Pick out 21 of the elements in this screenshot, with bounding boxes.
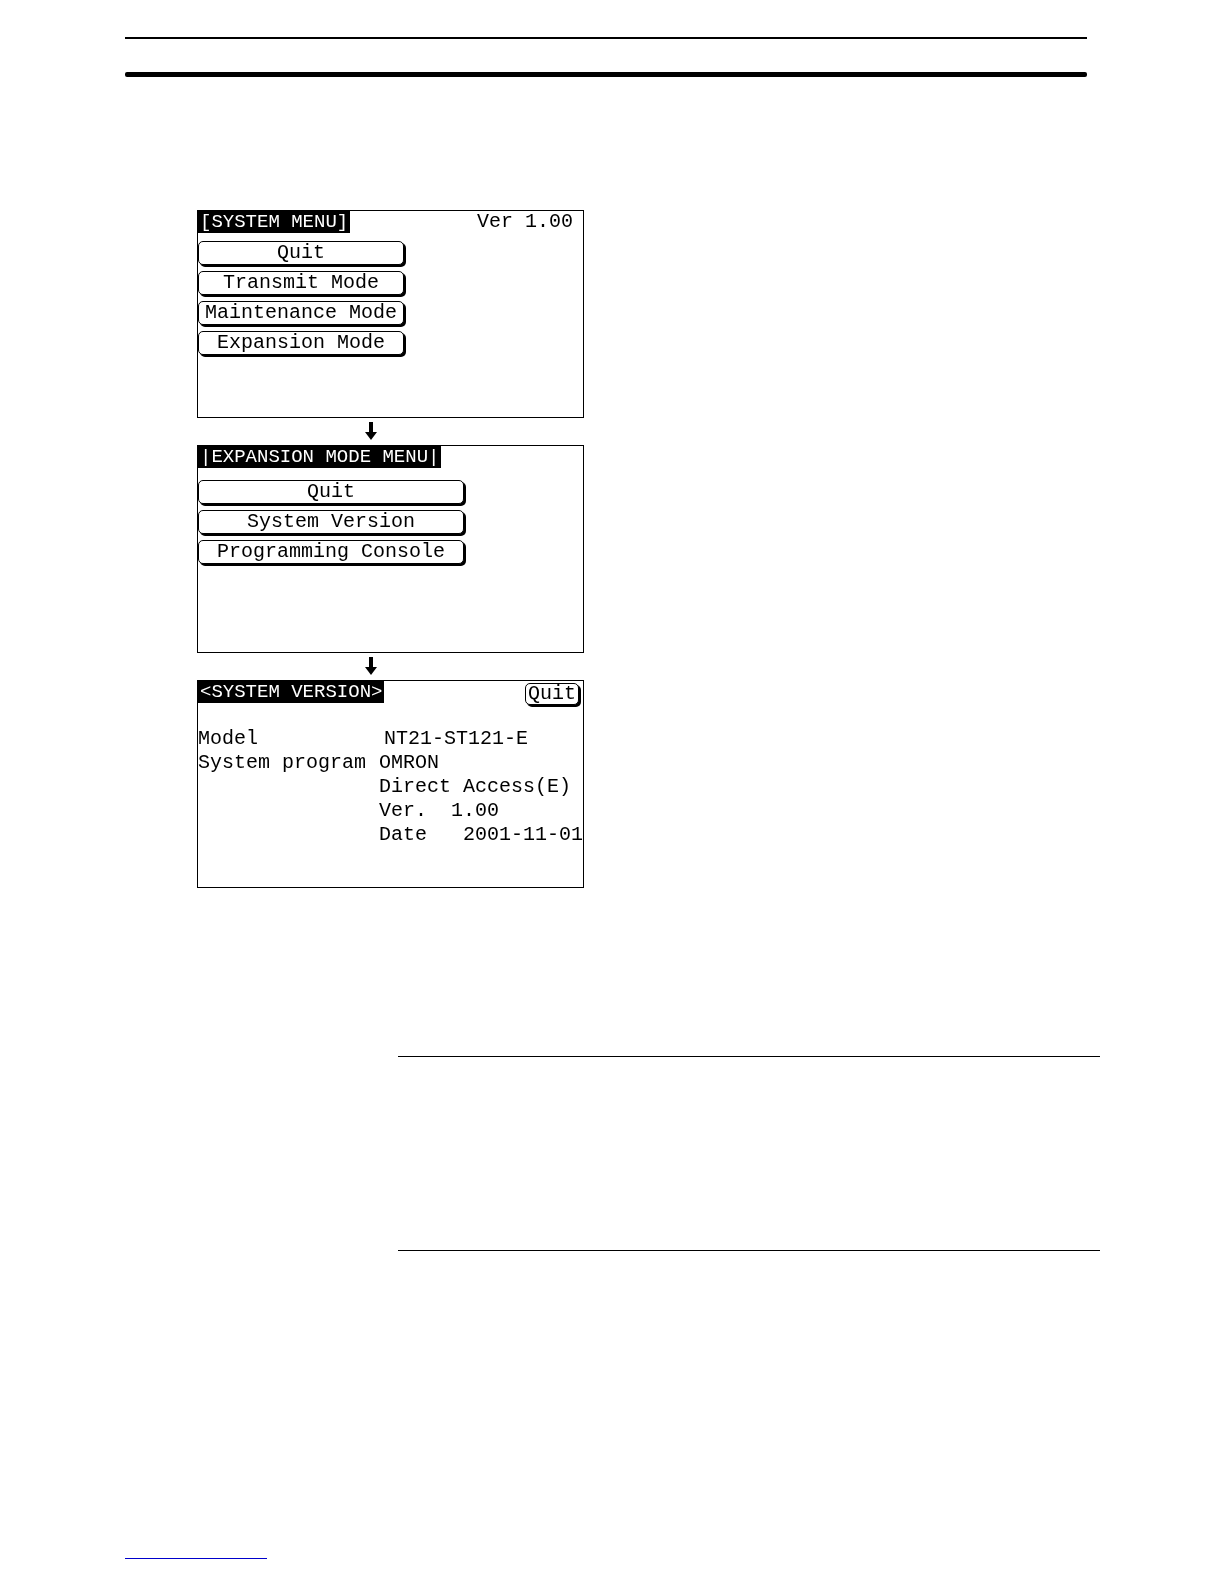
screen-title: [SYSTEM MENU] [198,211,351,233]
down-arrow-icon [365,422,377,440]
field-value: OMRON [378,751,440,775]
screen-title: |EXPANSION MODE MENU| [198,446,442,468]
menu-button[interactable]: Quit [198,241,404,265]
version-label: Ver 1.00 [477,211,573,233]
menu-button[interactable]: Expansion Mode [198,331,404,355]
down-arrow-icon [365,657,377,675]
field-value: Direct Access(E) [378,775,572,799]
field-label: System program [198,751,368,776]
field-value: Date 2001-11-01 [378,823,583,847]
menu-button[interactable]: System Version [198,510,464,534]
menu-button[interactable]: Programming Console [198,540,464,564]
menu-button[interactable]: Maintenance Mode [198,301,404,325]
field-value: Ver. 1.00 [378,799,500,823]
menu-button[interactable]: Quit [198,480,464,504]
field-label: Model [198,727,259,751]
screen-title: <SYSTEM VERSION> [198,681,385,703]
quit-button[interactable]: Quit [525,683,579,705]
field-value: NT21-ST121-E [384,727,529,751]
menu-button[interactable]: Transmit Mode [198,271,404,295]
